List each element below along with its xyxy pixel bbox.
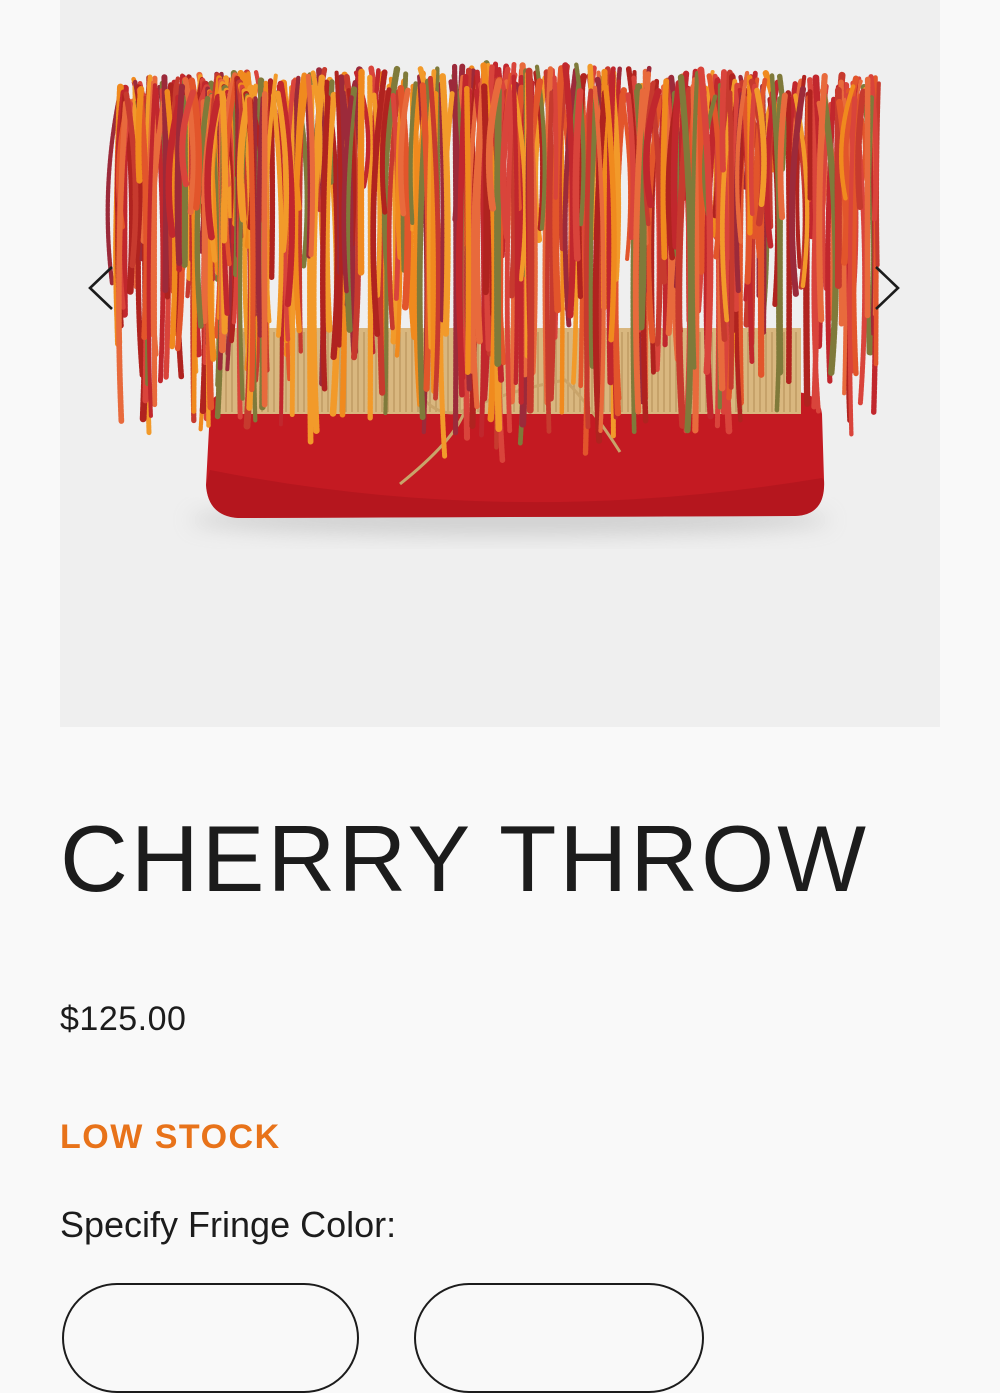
product-image [105,60,881,536]
gallery-next-button[interactable] [870,262,904,314]
fringe-color-label: Specify Fringe Color: [60,1204,397,1245]
page-margin-right [940,0,1000,727]
product-title: CHERRY THROW [60,806,869,911]
chevron-left-icon [88,266,113,310]
product-price: $125.00 [60,1000,187,1038]
stock-status-badge: LOW STOCK [60,1118,281,1156]
fringe-color-option-1[interactable] [62,1283,359,1393]
page-margin-left [0,0,60,727]
gallery-prev-button[interactable] [84,262,118,314]
fringe-color-option-2[interactable] [414,1283,704,1393]
chevron-right-icon [875,266,900,310]
product-image-gallery[interactable] [60,0,940,727]
